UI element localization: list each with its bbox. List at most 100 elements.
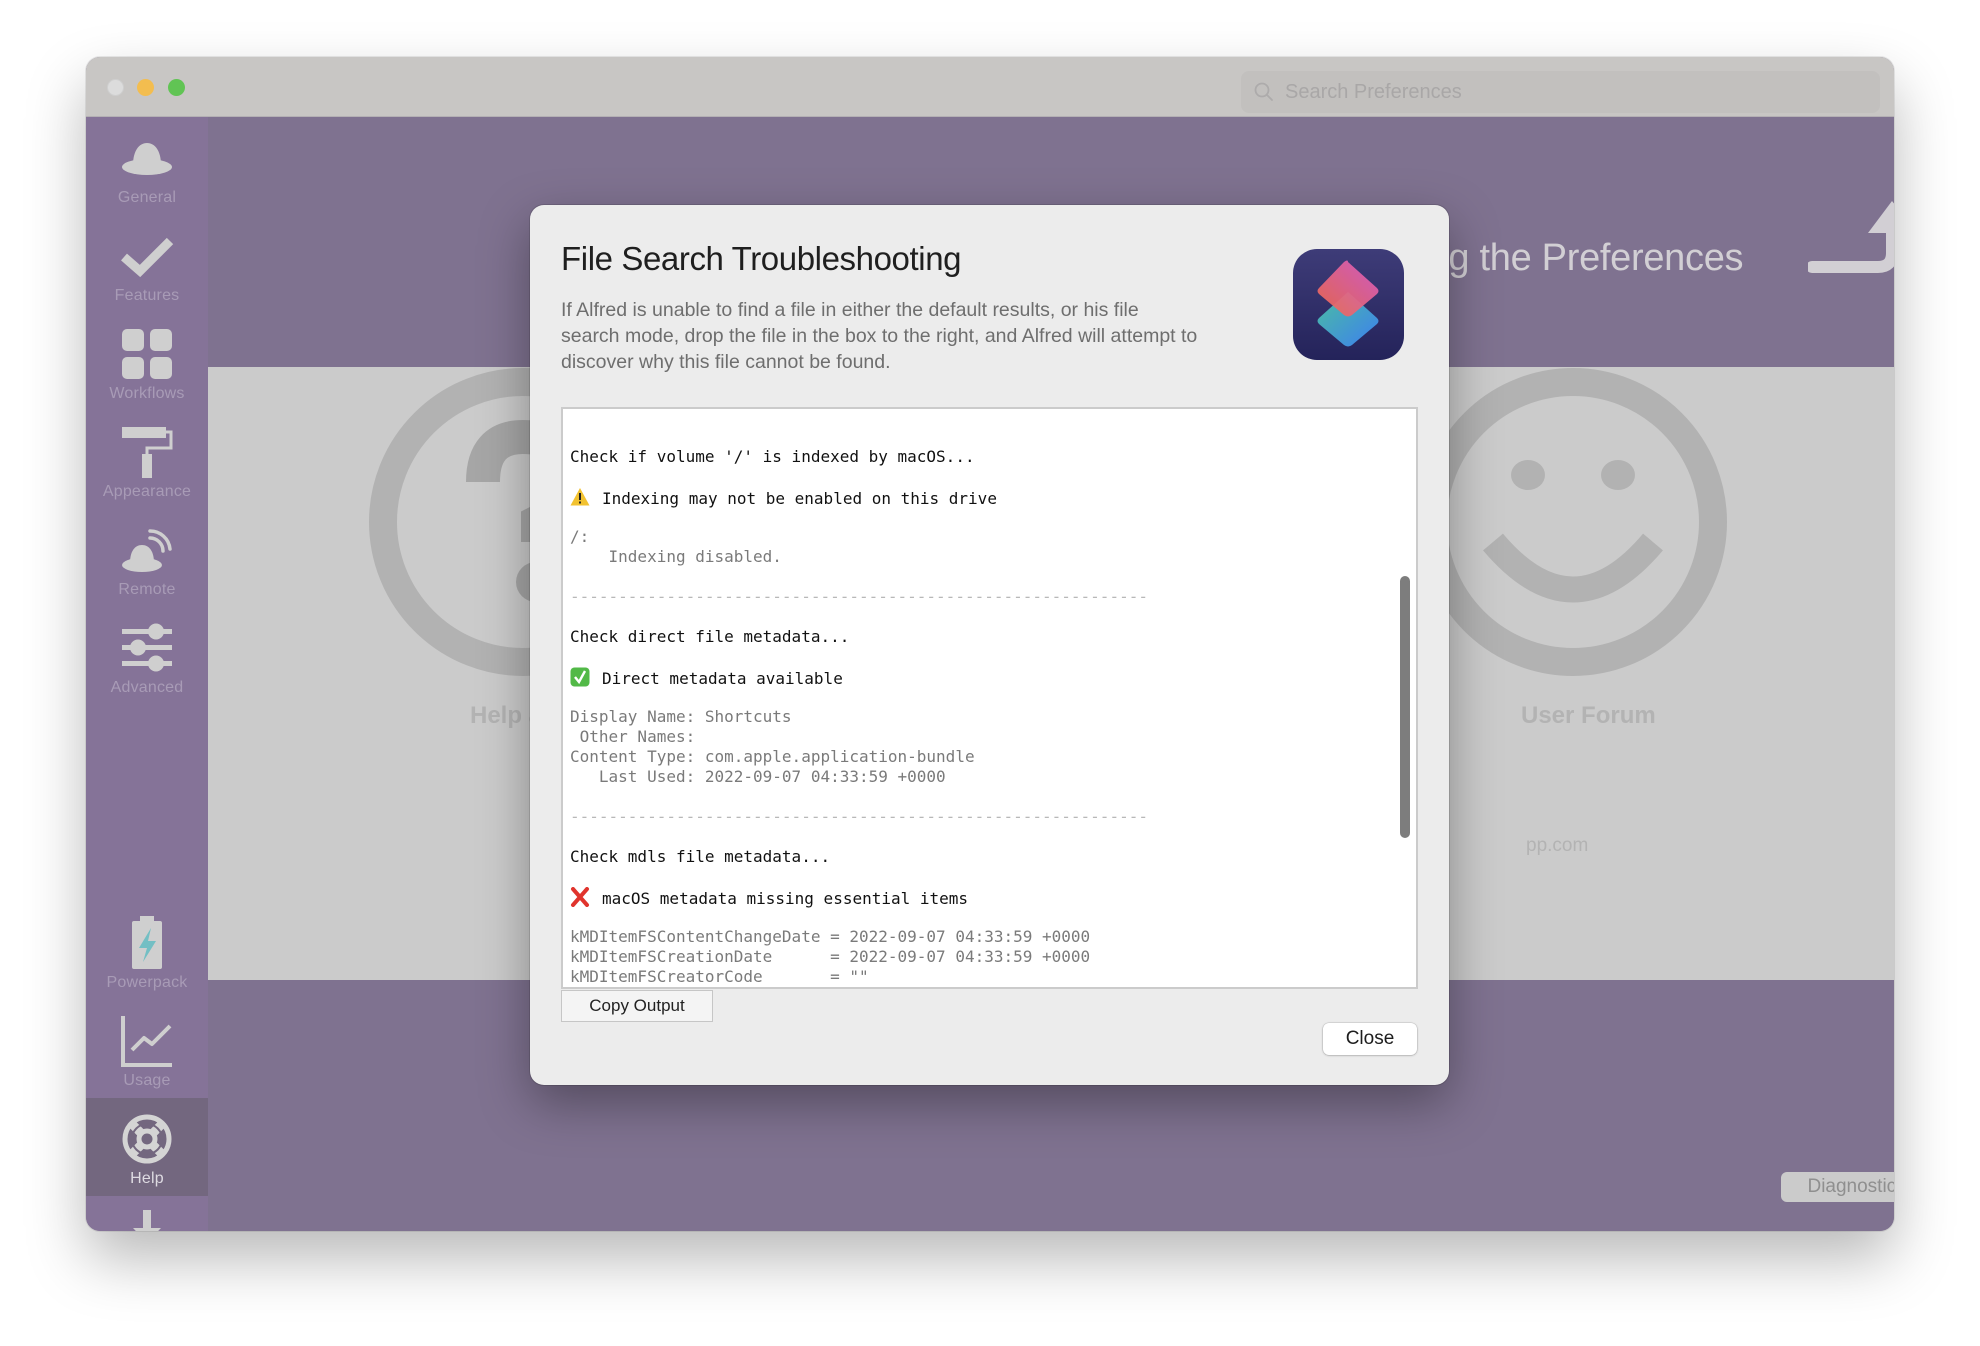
log-spacer (570, 867, 1396, 887)
sidebar-item-label: Advanced (110, 679, 184, 696)
paint-roller-icon (122, 427, 173, 478)
sidebar-item-label: General (117, 189, 177, 206)
log-line: kMDItemFSCreationDate = 2022-09-07 04:33… (570, 947, 1396, 967)
log-line: kMDItemFSFinderFlags = 0 (570, 987, 1396, 989)
close-window-button[interactable] (107, 79, 124, 96)
log-line: Check direct file metadata... (570, 627, 1396, 647)
log-line: kMDItemFSContentChangeDate = 2022-09-07 … (570, 927, 1396, 947)
sidebar-item-workflows[interactable]: Workflows (86, 313, 208, 411)
cross-mark-icon (571, 887, 589, 907)
log-spacer (570, 507, 1396, 527)
log-text: kMDItemFSFinderFlags = 0 (570, 987, 859, 989)
user-forum-label: User Forum (1521, 702, 1656, 729)
log-line: Last Used: 2022-09-07 04:33:59 +0000 (570, 767, 1396, 787)
search-preferences-input[interactable] (1283, 79, 1847, 105)
sidebar-item-label: Usage (123, 1072, 171, 1089)
log-spacer (570, 827, 1396, 847)
curved-arrow-icon (1808, 201, 1894, 273)
log-spacer (570, 907, 1396, 927)
log-spacer (570, 427, 1396, 447)
log-text: Indexing may not be enabled on this driv… (602, 489, 997, 508)
sidebar-item-label: Powerpack (106, 974, 188, 991)
log-line: macOS metadata missing essential items (570, 887, 1396, 908)
sidebar-item-remote[interactable]: Remote (86, 509, 208, 607)
sidebar-item-update[interactable]: Update (86, 1196, 208, 1231)
sidebar-item-usage[interactable]: Usage (86, 1000, 208, 1098)
website-link[interactable]: pp.com (1526, 835, 1588, 857)
log-text: /: (570, 527, 590, 546)
log-spacer (570, 567, 1396, 587)
log-text: Indexing disabled. (570, 547, 782, 566)
sidebar-item-label: Workflows (109, 385, 185, 402)
download-icon (133, 1210, 161, 1231)
log-line: kMDItemFSCreatorCode = "" (570, 967, 1396, 987)
log-text: kMDItemFSCreationDate = 2022-09-07 04:33… (570, 947, 1091, 966)
close-dialog-button[interactable]: Close (1323, 1023, 1417, 1055)
log-text: Direct metadata available (602, 669, 843, 688)
output-scrollbar[interactable] (1398, 409, 1414, 987)
dialog-title: File Search Troubleshooting (561, 240, 962, 277)
log-text: macOS metadata missing essential items (602, 889, 969, 908)
log-text: Check mdls file metadata... (570, 847, 831, 866)
log-line: Display Name: Shortcuts (570, 707, 1396, 727)
log-line: /: (570, 527, 1396, 547)
search-icon (1254, 82, 1273, 101)
line-chart-icon (121, 1016, 172, 1067)
log-text: kMDItemFSContentChangeDate = 2022-09-07 … (570, 927, 1091, 946)
sidebar-item-label: Help (130, 1170, 164, 1187)
sidebar-item-features[interactable]: Features (86, 215, 208, 313)
log-line: Indexing disabled. (570, 547, 1396, 567)
log-separator: ----------------------------------------… (570, 807, 1396, 827)
sidebar-item-general[interactable]: General (86, 117, 208, 215)
zoom-window-button[interactable] (168, 79, 185, 96)
battery-bolt-icon (132, 916, 162, 969)
diagnostics-button[interactable]: Diagnostics... (1781, 1172, 1894, 1202)
grid-icon (122, 329, 172, 379)
title-bar (86, 57, 1894, 117)
smiley-icon (1419, 368, 1727, 676)
shortcuts-app-icon[interactable] (1292, 248, 1405, 361)
warning-icon (570, 488, 590, 506)
lifebuoy-icon (122, 1114, 172, 1164)
log-spacer (570, 467, 1396, 487)
log-line: Indexing may not be enabled on this driv… (570, 487, 1396, 508)
checkmark-icon (121, 237, 174, 278)
log-spacer (570, 607, 1396, 627)
log-text: Content Type: com.apple.application-bund… (570, 747, 975, 766)
scroll-thumb[interactable] (1400, 576, 1410, 838)
log-line: Content Type: com.apple.application-bund… (570, 747, 1396, 767)
log-line: Other Names: (570, 727, 1396, 747)
search-preferences-field[interactable] (1241, 71, 1880, 113)
log-text: Check if volume '/' is indexed by macOS.… (570, 447, 975, 466)
remote-hat-icon (122, 529, 172, 572)
sidebar-item-label: Appearance (102, 483, 192, 500)
log-line: Direct metadata available (570, 667, 1396, 688)
log-separator: ----------------------------------------… (570, 587, 1396, 607)
hat-icon (122, 143, 172, 175)
log-text: ----------------------------------------… (570, 587, 1148, 606)
check-mark-icon (570, 667, 590, 687)
sidebar-item-advanced[interactable]: Advanced (86, 607, 208, 705)
sidebar-item-label: Remote (118, 581, 176, 598)
log-text: Display Name: Shortcuts (570, 707, 792, 726)
log-text: Check direct file metadata... (570, 627, 850, 646)
sidebar: General Features Workflows Appearance Re… (86, 117, 208, 1231)
sliders-icon (122, 623, 172, 672)
troubleshooting-output[interactable]: Check if volume '/' is indexed by macOS.… (561, 407, 1418, 989)
sidebar-item-help[interactable]: Help (86, 1098, 208, 1196)
log-spacer (570, 687, 1396, 707)
output-log: Check if volume '/' is indexed by macOS.… (570, 427, 1396, 989)
dialog-description: If Alfred is unable to find a file in ei… (561, 299, 1198, 373)
file-search-troubleshooting-dialog: File Search Troubleshooting If Alfred is… (530, 205, 1449, 1085)
sidebar-item-powerpack[interactable]: Powerpack (86, 902, 208, 1000)
log-text: kMDItemFSCreatorCode = "" (570, 967, 869, 986)
copy-output-button[interactable]: Copy Output (561, 990, 713, 1022)
sidebar-item-appearance[interactable]: Appearance (86, 411, 208, 509)
log-text: ----------------------------------------… (570, 807, 1148, 826)
log-text: Last Used: 2022-09-07 04:33:59 +0000 (570, 767, 946, 786)
sidebar-item-label: Features (114, 287, 180, 304)
minimize-window-button[interactable] (137, 79, 154, 96)
log-spacer (570, 787, 1396, 807)
log-text: Other Names: (570, 727, 696, 746)
log-spacer (570, 647, 1396, 667)
